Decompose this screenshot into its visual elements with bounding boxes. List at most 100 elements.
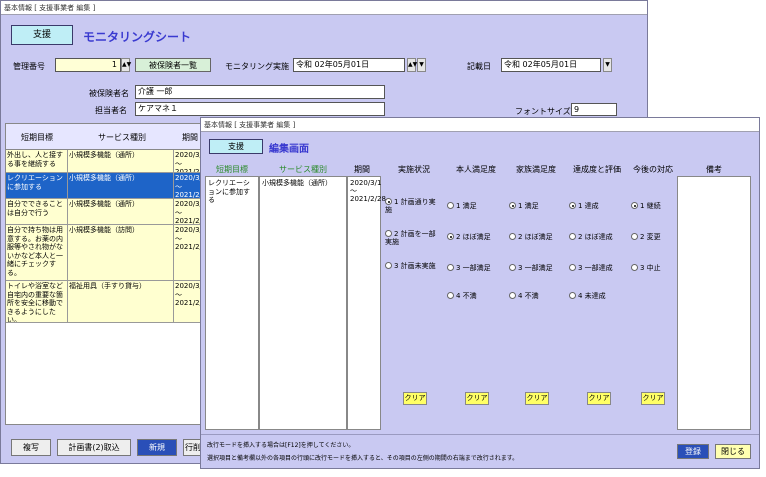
future-clear-button[interactable]: クリア bbox=[641, 392, 665, 405]
monitoring-date-field[interactable]: 令和 02年05月01日 bbox=[293, 58, 405, 72]
row-4-goal[interactable]: 自分で持ち物は用意する。お薬の内服等やされ物がないかなど本人と一緒にチェックする… bbox=[6, 225, 68, 281]
radio-icon bbox=[385, 198, 392, 205]
future-option-3[interactable]: 3 中止 bbox=[631, 264, 661, 272]
record-date-label: 記載日 bbox=[467, 62, 491, 71]
goal-text: レクリエーションに参加する bbox=[208, 179, 250, 204]
edit-screen-window: 基本情報 [ 支援事業者 編集 ] 支援 編集画面 短期目標 サービス種別 期間… bbox=[200, 117, 760, 469]
impl-option-2[interactable]: 2 計画を一部実施 bbox=[385, 230, 441, 246]
radio-icon bbox=[385, 262, 392, 269]
radio-icon bbox=[509, 264, 516, 271]
impl-option-1[interactable]: 1 計画通り実施 bbox=[385, 198, 441, 214]
achievement-option-4[interactable]: 4 未達成 bbox=[569, 292, 606, 300]
row-5-goal[interactable]: トイレや浴室など自宅内の重要な箇所を安全に移動できるようにしたい。 bbox=[6, 281, 68, 323]
monitoring-date-dropdown[interactable]: ▼ bbox=[417, 58, 426, 72]
row-3-goal[interactable]: 自分でできることは自分で行う bbox=[6, 199, 68, 225]
radio-icon bbox=[385, 230, 392, 237]
edit-col-self-satisfaction: 本人満足度 bbox=[456, 165, 496, 174]
radio-icon bbox=[631, 264, 638, 271]
self-sat-option-3[interactable]: 3 一部満足 bbox=[447, 264, 491, 272]
mgmt-label: 管理番号 bbox=[13, 62, 45, 71]
radio-icon bbox=[447, 202, 454, 209]
future-option-1[interactable]: 1 継続 bbox=[631, 202, 661, 210]
insured-name-label: 被保険者名 bbox=[89, 89, 129, 98]
radio-icon bbox=[631, 233, 638, 240]
edit-title: 編集画面 bbox=[269, 144, 309, 155]
self-sat-clear-button[interactable]: クリア bbox=[465, 392, 489, 405]
self-sat-option-1[interactable]: 1 満足 bbox=[447, 202, 477, 210]
import-plan-button[interactable]: 計画書(2)取込 bbox=[57, 439, 131, 456]
radio-icon bbox=[569, 292, 576, 299]
service-text: 小規模多機能（通所） bbox=[262, 179, 332, 187]
self-sat-option-2[interactable]: 2 ほぼ満足 bbox=[447, 233, 491, 241]
family-sat-option-4[interactable]: 4 不満 bbox=[509, 292, 539, 300]
radio-icon bbox=[569, 233, 576, 240]
future-option-2[interactable]: 2 変更 bbox=[631, 233, 661, 241]
radio-icon bbox=[509, 202, 516, 209]
radio-icon bbox=[509, 233, 516, 240]
edit-col-goal: 短期目標 bbox=[216, 165, 248, 174]
note-line-1: 改行モードを挿入する場合は[F12]を押してください。 bbox=[207, 442, 355, 449]
goal-field[interactable]: レクリエーションに参加する bbox=[205, 176, 259, 430]
radio-icon bbox=[569, 202, 576, 209]
record-date-field[interactable]: 令和 02年05月01日 bbox=[501, 58, 601, 72]
manager-name-label: 担当者名 bbox=[95, 106, 127, 115]
achievement-clear-button[interactable]: クリア bbox=[587, 392, 611, 405]
window-title: 基本情報 [ 支援事業者 編集 ] bbox=[1, 1, 647, 15]
support-button[interactable]: 支援 bbox=[11, 25, 73, 45]
row-4-service[interactable]: 小規模多機能（訪問） bbox=[68, 225, 174, 281]
new-button[interactable]: 新規 bbox=[137, 439, 177, 456]
edit-col-achievement: 達成度と評価 bbox=[573, 165, 621, 174]
insured-name-field[interactable]: 介護 一郎 bbox=[135, 85, 385, 99]
edit-col-period: 期間 bbox=[354, 165, 370, 174]
row-3-service[interactable]: 小規模多機能（通所） bbox=[68, 199, 174, 225]
achievement-option-2[interactable]: 2 ほぼ達成 bbox=[569, 233, 613, 241]
family-sat-option-2[interactable]: 2 ほぼ満足 bbox=[509, 233, 553, 241]
notes-field[interactable] bbox=[677, 176, 751, 430]
radio-icon bbox=[447, 292, 454, 299]
copy-button[interactable]: 複写 bbox=[11, 439, 51, 456]
row-2-goal[interactable]: レクリエーションに参加する bbox=[6, 173, 68, 199]
radio-icon bbox=[447, 264, 454, 271]
edit-col-notes: 備考 bbox=[706, 165, 722, 174]
edit-col-service: サービス種別 bbox=[279, 165, 327, 174]
impl-clear-button[interactable]: クリア bbox=[403, 392, 427, 405]
edit-window-title: 基本情報 [ 支援事業者 編集 ] bbox=[201, 118, 759, 132]
radio-icon bbox=[509, 292, 516, 299]
period-field[interactable]: 2020/3/1 ～ 2021/2/28 bbox=[347, 176, 386, 430]
row-2-service[interactable]: 小規模多機能（通所） bbox=[68, 173, 174, 199]
edit-col-family-satisfaction: 家族満足度 bbox=[516, 165, 556, 174]
save-button[interactable]: 登録 bbox=[677, 444, 709, 459]
monitoring-date-spinner[interactable]: ▲▼ bbox=[407, 58, 417, 72]
service-field[interactable]: 小規模多機能（通所） bbox=[259, 176, 347, 430]
self-sat-option-4[interactable]: 4 不満 bbox=[447, 292, 477, 300]
manager-name-field[interactable]: ケアマネ１ bbox=[135, 102, 385, 116]
period-start: 2020/3/1 bbox=[350, 179, 382, 187]
font-size-select[interactable]: 9 bbox=[571, 103, 617, 116]
font-size-label: フォントサイズ bbox=[515, 107, 571, 116]
radio-icon bbox=[631, 202, 638, 209]
record-date-dropdown[interactable]: ▼ bbox=[603, 58, 612, 72]
edit-col-future: 今後の対応 bbox=[633, 165, 673, 174]
mgmt-spinner[interactable]: ▲▼ bbox=[121, 58, 131, 72]
edit-col-implementation: 実施状況 bbox=[398, 165, 430, 174]
col-service: サービス種別 bbox=[98, 133, 146, 142]
mgmt-number-field[interactable]: 1 bbox=[55, 58, 121, 72]
row-1-service[interactable]: 小規模多機能（通所） bbox=[68, 150, 174, 173]
family-sat-option-1[interactable]: 1 満足 bbox=[509, 202, 539, 210]
row-1-goal[interactable]: 外出し、人と接する事を継続する bbox=[6, 150, 68, 173]
edit-support-button[interactable]: 支援 bbox=[209, 139, 263, 154]
family-sat-clear-button[interactable]: クリア bbox=[525, 392, 549, 405]
period-separator: ～ bbox=[350, 187, 357, 195]
period-end: 2021/2/28 bbox=[350, 195, 386, 203]
radio-icon bbox=[569, 264, 576, 271]
insured-list-button[interactable]: 被保険者一覧 bbox=[135, 58, 211, 72]
close-button[interactable]: 閉じる bbox=[715, 444, 751, 459]
achievement-option-3[interactable]: 3 一部達成 bbox=[569, 264, 613, 272]
family-sat-option-3[interactable]: 3 一部満足 bbox=[509, 264, 553, 272]
page-title: モニタリングシート bbox=[83, 30, 192, 44]
monitoring-label: モニタリング実施 bbox=[225, 62, 289, 71]
note-line-2: 選択項目と備考欄以外の各項目の行頭に改行モードを挿入すると、その項目の左側の期間… bbox=[207, 455, 519, 462]
impl-option-3[interactable]: 3 計画未実施 bbox=[385, 262, 441, 270]
achievement-option-1[interactable]: 1 達成 bbox=[569, 202, 599, 210]
row-5-service[interactable]: 福祉用具（手すり貸与） bbox=[68, 281, 174, 323]
